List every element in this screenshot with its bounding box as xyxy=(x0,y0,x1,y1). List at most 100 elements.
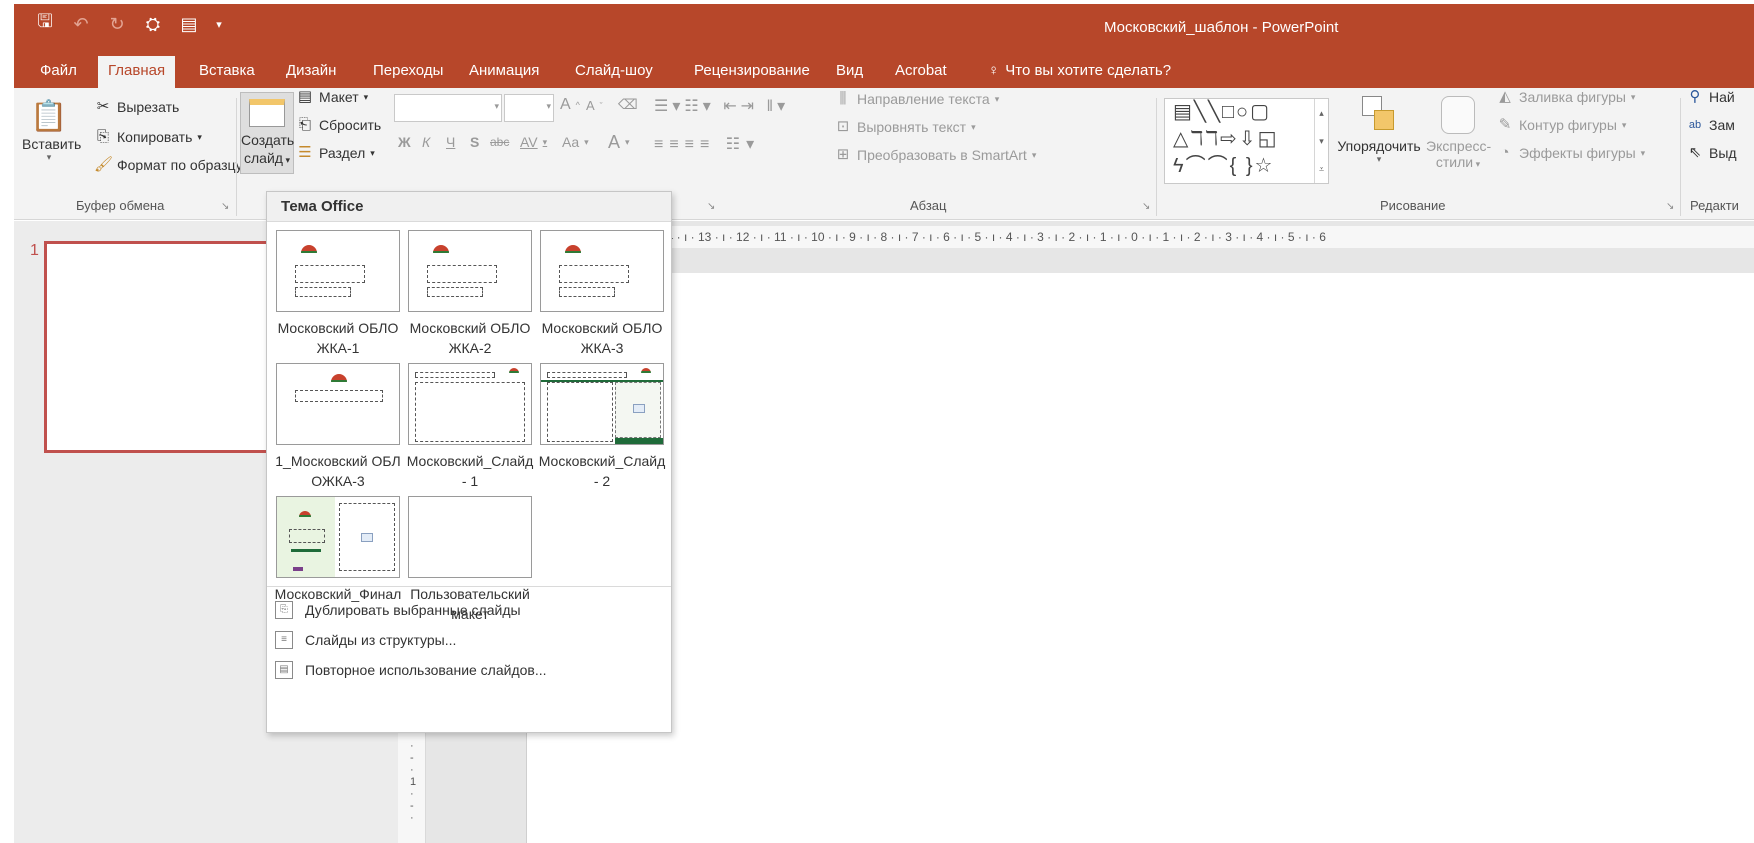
dialog-launcher-icon[interactable]: ↘ xyxy=(221,201,229,212)
shrink-font-button[interactable]: Aˇ xyxy=(586,98,603,113)
format-painter-button[interactable]: 🖌 Формат по образцу xyxy=(94,156,243,174)
layout-item[interactable]: Московский ОБЛОЖКА-2 xyxy=(405,230,535,358)
group-label-paragraph: Абзац xyxy=(910,198,947,213)
layout-thumbnail xyxy=(540,363,664,445)
align-text-icon: ⊡ xyxy=(836,118,850,135)
chevron-down-icon[interactable]: ▾ xyxy=(214,12,224,36)
cut-button[interactable]: ✂ Вырезать xyxy=(94,98,180,116)
layout-item[interactable]: Московский_Слайд - 2 xyxy=(537,363,667,491)
tab-animation[interactable]: Анимация xyxy=(459,56,549,88)
group-label-drawing: Рисование xyxy=(1380,198,1446,213)
char-spacing-button[interactable]: AV ▾ xyxy=(520,134,547,150)
slides-from-outline-item[interactable]: ≡ Слайды из структуры... xyxy=(275,626,665,654)
italic-button[interactable]: К xyxy=(422,134,430,150)
paint-bucket-icon: ◭ xyxy=(1499,88,1511,105)
arrange-button[interactable]: Упорядочить ▾ xyxy=(1332,92,1426,165)
title-bar: 🖫 ↶ ↻ ⛭ ▤ ▾ Московский_шаблон - PowerPoi… xyxy=(14,4,1754,50)
layout-button[interactable]: ▤ Макет ▾ xyxy=(296,88,368,106)
select-button[interactable]: ⇖ Выд xyxy=(1686,144,1737,162)
gallery-divider xyxy=(267,586,671,587)
tab-home[interactable]: Главная xyxy=(98,56,176,88)
layout-item[interactable]: Московский ОБЛОЖКА-1 xyxy=(273,230,403,358)
shadow-button[interactable]: S xyxy=(470,134,479,150)
shapes-gallery[interactable]: ▤╲╲□○▢ △ℸℸ⇨⇩◱ ϟ⌒⌒{ }☆ ▴ ▾ ⩡ xyxy=(1164,98,1329,184)
lightbulb-icon: ♀ xyxy=(988,62,1000,79)
section-button[interactable]: ☰ Раздел ▾ xyxy=(296,144,375,162)
chevron-down-icon: ▾ xyxy=(1376,154,1382,164)
chevron-down-icon: ▾ xyxy=(46,152,52,162)
bold-button[interactable]: Ж xyxy=(398,134,411,150)
slide-canvas[interactable] xyxy=(526,273,1754,843)
replace-button[interactable]: ab Зам xyxy=(1686,116,1735,134)
effects-icon: ◔ xyxy=(1500,144,1510,161)
tab-review[interactable]: Рецензирование xyxy=(684,56,820,88)
smartart-icon: ⊞ xyxy=(836,146,850,163)
tell-me-box[interactable]: ♀ Что вы хотите сделать? xyxy=(978,56,1181,88)
quick-styles-button[interactable]: Экспресс- стили ▾ xyxy=(1426,92,1491,170)
text-direction-button[interactable]: ⫼ Направление текста ▾ xyxy=(834,90,1000,108)
new-slide-gallery: Тема Office Московский ОБЛОЖКА-1 Московс… xyxy=(266,191,672,733)
ribbon-separator xyxy=(1156,98,1157,216)
shape-effects-button[interactable]: ◔ Эффекты фигуры ▾ xyxy=(1496,144,1645,162)
present-from-start-icon[interactable]: ⛭ xyxy=(142,12,164,36)
tab-file[interactable]: Файл xyxy=(30,56,87,88)
customize-qat-icon[interactable]: ▤ xyxy=(178,12,200,36)
shapes-row-2: △ℸℸ⇨⇩◱ xyxy=(1173,128,1279,150)
reuse-slides-item[interactable]: ▤ Повторное использование слайдов... xyxy=(275,656,665,684)
cursor-icon: ⇖ xyxy=(1688,144,1702,161)
font-name-input[interactable]: ▾ xyxy=(394,94,502,122)
layout-thumbnail xyxy=(276,496,400,578)
strikethrough-button[interactable]: abc xyxy=(490,135,509,149)
tab-view[interactable]: Вид xyxy=(826,56,873,88)
quick-access-toolbar: 🖫 ↶ ↻ ⛭ ▤ ▾ xyxy=(34,11,224,36)
align-text-button[interactable]: ⊡ Выровнять текст ▾ xyxy=(834,118,976,136)
new-slide-button[interactable]: Создать слайд ▾ xyxy=(240,92,294,174)
undo-icon[interactable]: ↶ xyxy=(70,12,92,36)
layout-thumbnail xyxy=(276,230,400,312)
font-color-button[interactable]: A ▾ xyxy=(608,132,630,153)
shape-outline-button[interactable]: ✎ Контур фигуры ▾ xyxy=(1496,116,1627,134)
quick-styles-icon xyxy=(1441,96,1475,134)
layout-thumbnail xyxy=(408,230,532,312)
copy-button[interactable]: ⎘ Копировать ▾ xyxy=(94,128,202,146)
smartart-button[interactable]: ⊞ Преобразовать в SmartArt ▾ xyxy=(834,146,1037,164)
redo-icon[interactable]: ↻ xyxy=(106,12,128,36)
group-label-editing: Редакти xyxy=(1690,198,1739,213)
duplicate-slides-item[interactable]: ⎘ Дублировать выбранные слайды xyxy=(275,596,665,624)
dialog-launcher-icon[interactable]: ↘ xyxy=(1666,201,1674,212)
slide-thumbnail[interactable] xyxy=(44,241,284,453)
bullets-icon[interactable]: ☰▾☷▾ ⇤⇥ ‖▾ xyxy=(654,96,789,116)
gallery-scroll[interactable]: ▴ ▾ ⩡ xyxy=(1314,99,1328,183)
window-title: Московский_шаблон - PowerPoint xyxy=(1104,19,1339,36)
find-button[interactable]: ⚲ Най xyxy=(1686,88,1735,106)
dialog-launcher-icon[interactable]: ↘ xyxy=(1142,201,1150,212)
paste-button[interactable]: 📋 Вставить ▾ xyxy=(22,98,81,163)
alignment-icons[interactable]: ≡≡≡≡ ☷▾ xyxy=(654,134,760,154)
tab-design[interactable]: Дизайн xyxy=(276,56,346,88)
save-icon[interactable]: 🖫 xyxy=(34,11,56,36)
chevron-down-icon: ▾ xyxy=(370,147,375,158)
scissors-icon: ✂ xyxy=(96,98,110,115)
layout-item[interactable]: Московский_Финал xyxy=(273,496,403,604)
tab-transitions[interactable]: Переходы xyxy=(363,56,453,88)
layout-item[interactable]: Московский_Слайд - 1 xyxy=(405,363,535,491)
font-size-input[interactable]: ▾ xyxy=(504,94,554,122)
tab-slideshow[interactable]: Слайд-шоу xyxy=(565,56,663,88)
reset-button[interactable]: ⎗ Сбросить xyxy=(296,116,381,134)
change-case-button[interactable]: Aa ▾ xyxy=(562,134,589,150)
ribbon-tabs: Файл Главная Вставка Дизайн Переходы Ани… xyxy=(14,50,1754,88)
shape-fill-button[interactable]: ◭ Заливка фигуры ▾ xyxy=(1496,88,1635,106)
grow-font-button[interactable]: A ^ xyxy=(560,96,580,114)
underline-button[interactable]: Ч xyxy=(446,134,455,150)
tab-acrobat[interactable]: Acrobat xyxy=(885,56,957,88)
dialog-launcher-icon[interactable]: ↘ xyxy=(707,201,715,212)
layout-item[interactable]: Московский ОБЛОЖКА-3 xyxy=(537,230,667,358)
group-label-clipboard: Буфер обмена xyxy=(76,198,165,213)
tab-insert[interactable]: Вставка xyxy=(189,56,265,88)
clear-format-icon[interactable]: ⌫ xyxy=(618,96,638,113)
chevron-down-icon: ▾ xyxy=(363,91,369,102)
layout-item[interactable]: 1_Московский ОБЛОЖКА-3 xyxy=(273,363,403,491)
chevron-down-icon: ▾ xyxy=(282,155,290,165)
horizontal-ruler: 14 · ı · 13 · ı · 12 · ı · 11 · ı · 10 ·… xyxy=(660,226,1754,248)
tell-me-text: Что вы хотите сделать? xyxy=(1005,62,1172,79)
